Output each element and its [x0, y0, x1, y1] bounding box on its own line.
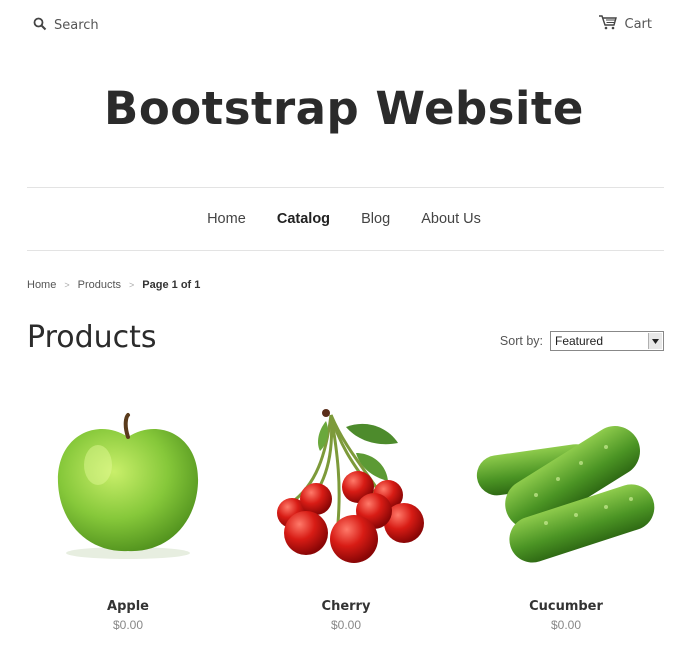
- product-name[interactable]: Cucumber: [466, 599, 666, 614]
- cart-label: Cart: [624, 16, 653, 32]
- divider: [27, 187, 664, 188]
- cart-icon: [598, 14, 618, 34]
- breadcrumb-separator: >: [64, 280, 70, 290]
- product-name[interactable]: Cherry: [246, 599, 446, 614]
- dropdown-arrow-icon: [648, 333, 662, 349]
- sort-label: Sort by:: [499, 334, 543, 348]
- nav-item-home[interactable]: Home: [207, 211, 246, 227]
- divider: [27, 250, 664, 251]
- breadcrumb-separator: >: [129, 280, 135, 290]
- cucumber-image: [476, 426, 655, 563]
- product-card-apple[interactable]: Apple $0.00: [28, 395, 228, 632]
- sort-control: Sort by: Featured: [500, 331, 664, 351]
- search-link[interactable]: Search: [33, 16, 99, 35]
- sort-select[interactable]: Featured: [550, 331, 664, 351]
- breadcrumb-home[interactable]: Home: [27, 279, 56, 291]
- main-nav: Home Catalog Blog About Us: [0, 208, 688, 227]
- search-icon: [33, 16, 47, 35]
- nav-item-blog[interactable]: Blog: [361, 211, 390, 227]
- site-title[interactable]: Bootstrap Website: [0, 82, 688, 135]
- apple-image: [57, 413, 199, 559]
- product-price: $0.00: [550, 618, 582, 632]
- search-label: Search: [54, 18, 99, 33]
- cherry-image: [277, 409, 424, 563]
- product-price: $0.00: [330, 618, 362, 632]
- product-price: $0.00: [112, 618, 144, 632]
- cart-link[interactable]: Cart: [598, 14, 653, 34]
- sort-selected-value: Featured: [555, 334, 604, 348]
- nav-item-about-us[interactable]: About Us: [421, 211, 481, 227]
- page-title: Products: [27, 320, 157, 355]
- top-bar: Search Cart: [0, 0, 688, 50]
- product-card-cucumber[interactable]: Cucumber $0.00: [466, 395, 666, 632]
- product-card-cherry[interactable]: Cherry $0.00: [246, 395, 446, 632]
- breadcrumb-current: Page 1 of 1: [142, 279, 201, 291]
- product-name[interactable]: Apple: [28, 599, 228, 614]
- breadcrumb-products[interactable]: Products: [78, 279, 121, 291]
- breadcrumb: Home > Products > Page 1 of 1: [27, 279, 200, 291]
- nav-item-catalog[interactable]: Catalog: [277, 211, 330, 227]
